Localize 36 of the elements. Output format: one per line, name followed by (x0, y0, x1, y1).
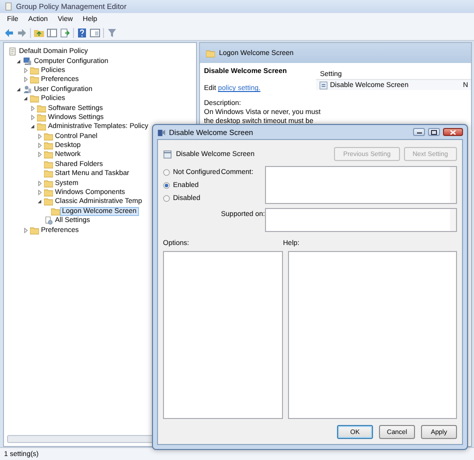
collapse-arrow-icon[interactable] (36, 198, 43, 206)
settings-icon (44, 216, 53, 226)
setting-icon (163, 150, 172, 158)
restore-button[interactable] (428, 128, 440, 136)
expand-arrow-icon[interactable] (36, 151, 43, 158)
collapse-arrow-icon[interactable] (15, 86, 22, 93)
collapse-arrow-icon[interactable] (15, 58, 22, 65)
minimize-button[interactable] (413, 128, 425, 136)
folder-icon (30, 226, 39, 235)
export-icon[interactable] (60, 28, 70, 38)
collapse-arrow-icon[interactable] (22, 95, 29, 102)
close-icon (450, 130, 456, 134)
radio-button[interactable] (163, 195, 170, 202)
comment-field[interactable] (265, 166, 457, 204)
expand-arrow-icon[interactable] (22, 226, 29, 234)
close-button[interactable] (443, 128, 463, 136)
expand-arrow-icon[interactable] (36, 180, 43, 187)
help-icon[interactable] (77, 28, 87, 38)
restore-icon (431, 130, 437, 134)
radio-button[interactable] (163, 182, 170, 189)
folder-up-icon[interactable] (34, 28, 44, 38)
expand-arrow-icon[interactable] (36, 142, 43, 150)
computer-icon (23, 56, 32, 66)
radio-button[interactable] (163, 169, 170, 176)
collapse-arrow-icon[interactable] (29, 123, 36, 130)
scroll-icon (8, 47, 17, 56)
minimize-icon (416, 130, 422, 134)
filter-icon[interactable] (107, 28, 117, 38)
back-icon[interactable] (4, 28, 14, 38)
app-icon (4, 2, 13, 11)
policy-icon (157, 128, 166, 136)
folder-icon (206, 48, 215, 58)
forward-icon[interactable] (17, 28, 27, 38)
tree-pane-icon[interactable] (47, 28, 57, 38)
user-icon (23, 84, 32, 94)
panel-icon[interactable] (90, 28, 100, 38)
